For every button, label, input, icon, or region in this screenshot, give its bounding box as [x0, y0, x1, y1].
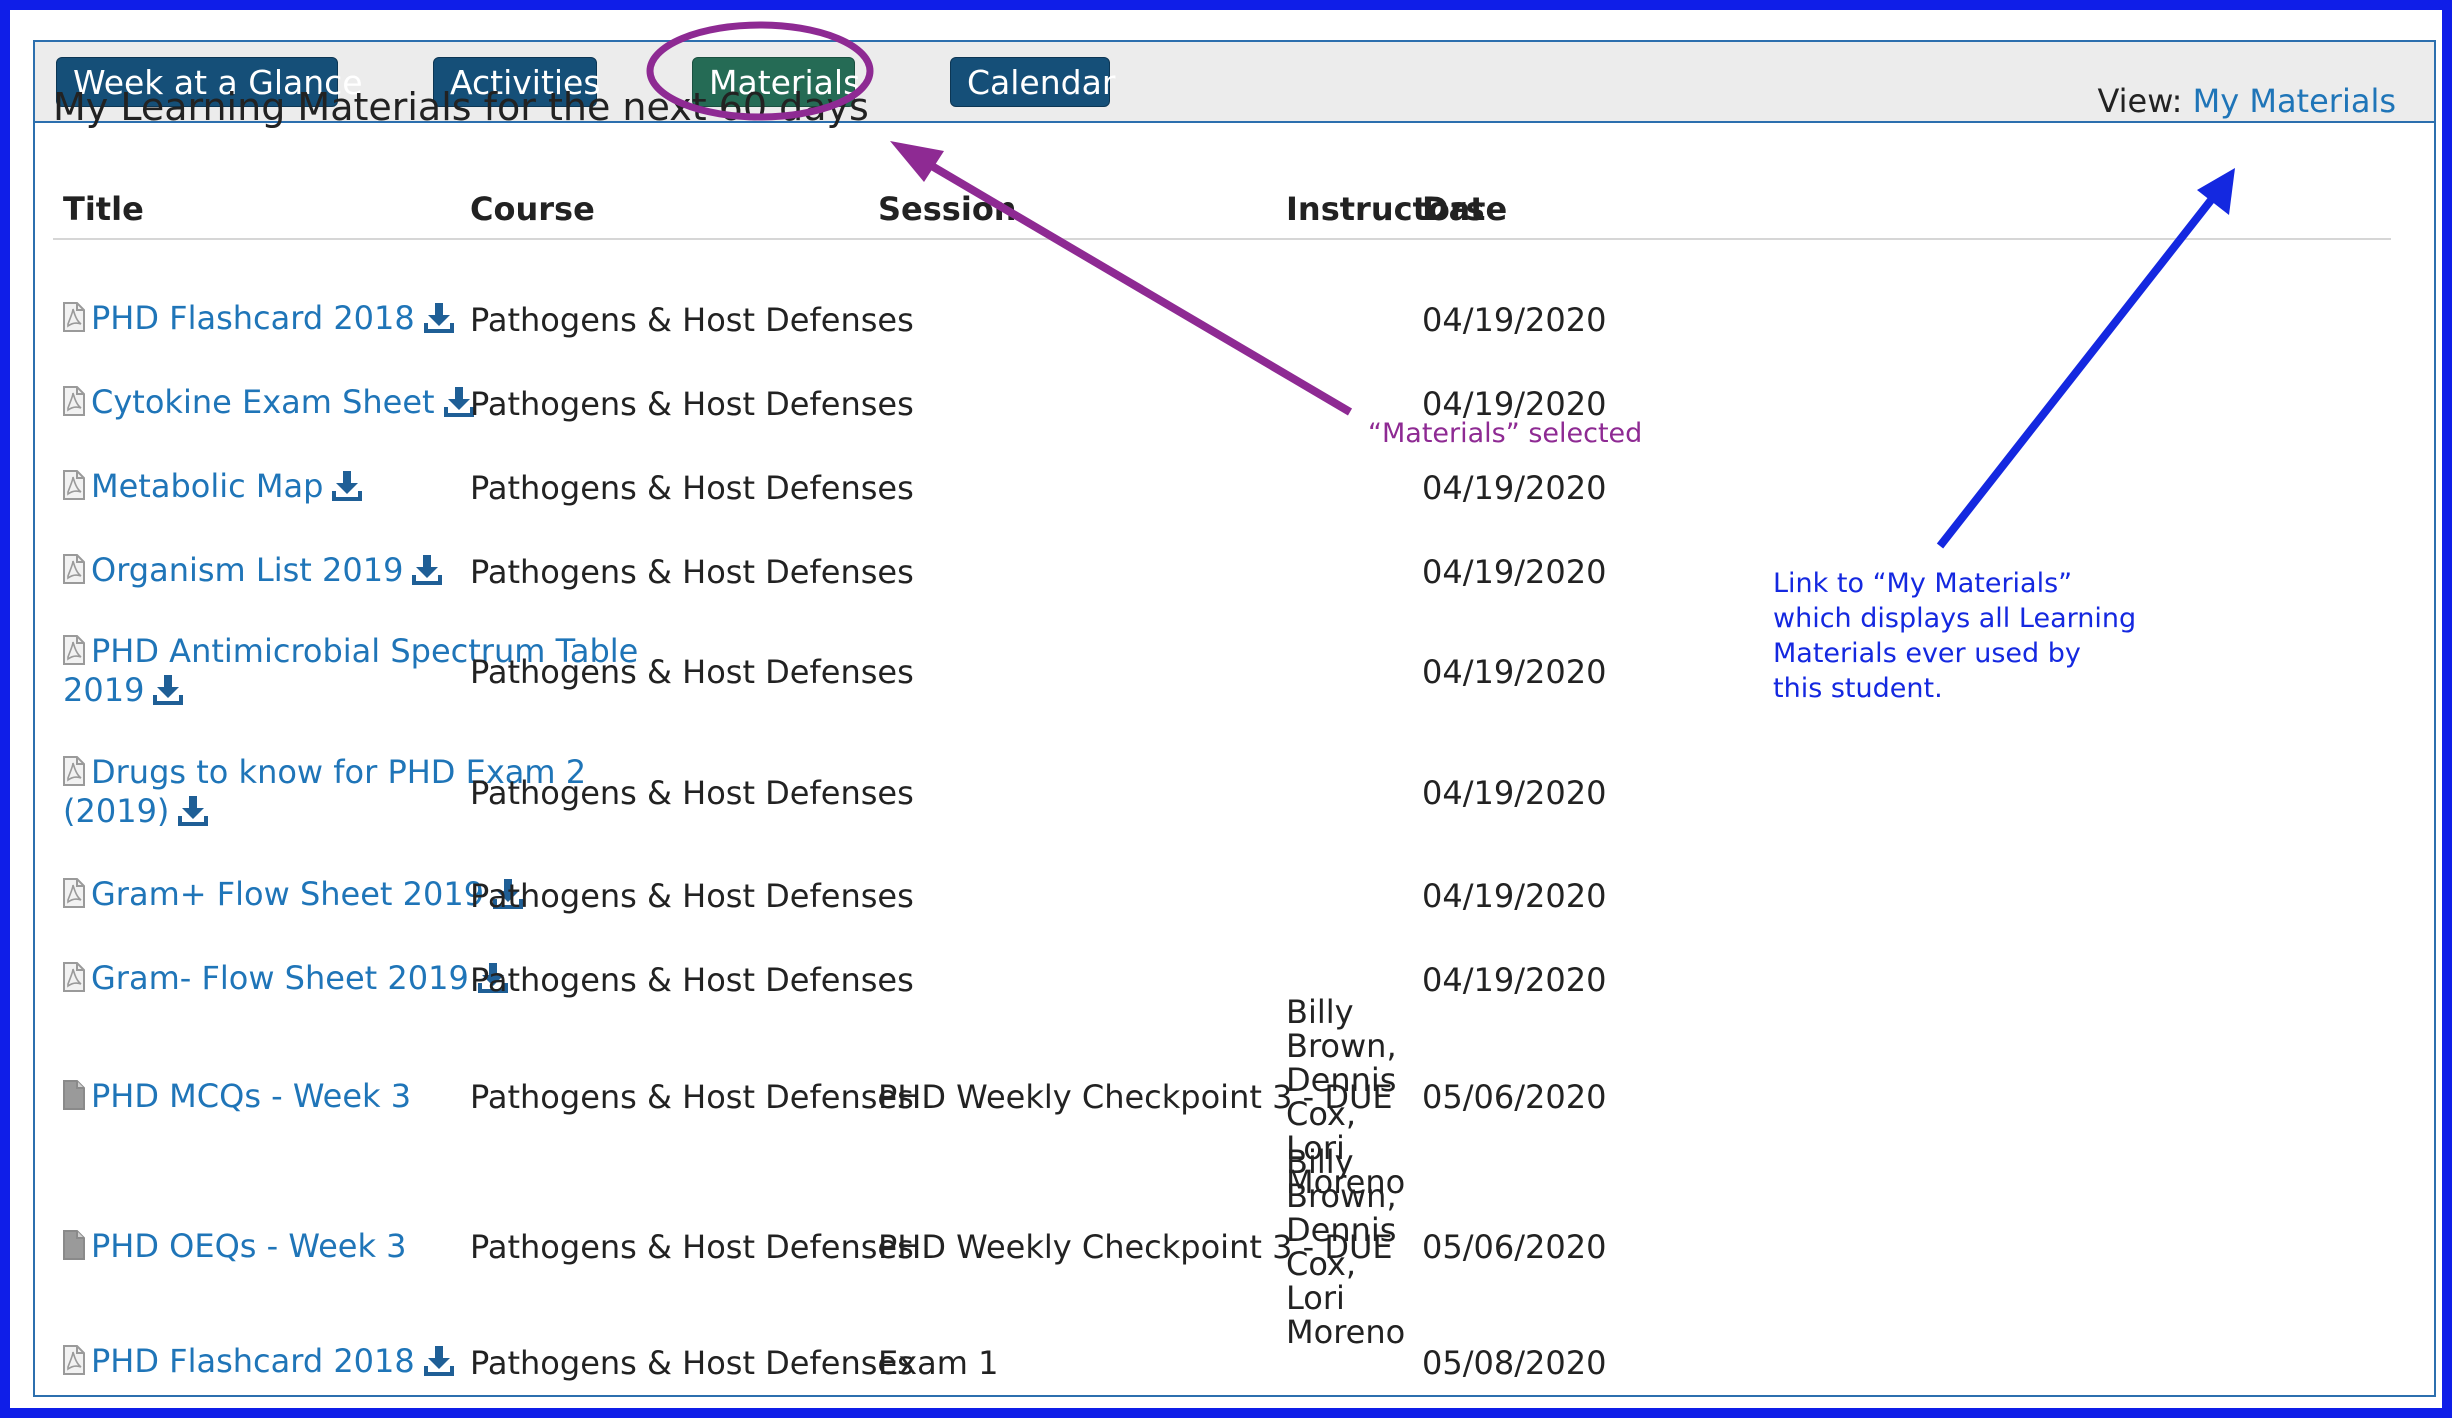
table-row: Gram+ Flow Sheet 2019 Pathogens & Host De…: [53, 858, 2391, 934]
table-row: Cytokine Exam Sheet Pathogens & Host Defe…: [53, 366, 2391, 442]
date-cell: 04/19/2020: [1422, 301, 1607, 339]
column-header-course[interactable]: Course: [470, 175, 595, 243]
header-divider: [53, 238, 2391, 240]
annotation-line: this student.: [1773, 673, 1943, 704]
page-title: My Learning Materials for the next 60 da…: [53, 85, 869, 129]
annotation-line: Materials ever used by: [1773, 638, 2081, 669]
course-cell: Pathogens & Host Defenses: [470, 1228, 914, 1266]
material-title-link[interactable]: Organism List 2019: [91, 551, 403, 589]
title-wrap: PHD Flashcard 2018: [63, 300, 455, 340]
document-icon: [63, 1079, 85, 1117]
table-row: PHD Flashcard 2018 Pathogens & Host Defen…: [53, 1326, 2391, 1400]
download-icon[interactable]: [331, 469, 363, 508]
material-title-link[interactable]: Cytokine Exam Sheet: [91, 383, 435, 421]
my-materials-link[interactable]: My Materials: [2193, 82, 2396, 120]
pdf-file-icon: [63, 386, 85, 423]
pdf-file-icon: [63, 302, 85, 339]
table-row: PHD OEQs - Week 3 Pathogens & Host Defens…: [53, 1145, 2391, 1349]
annotation-line: which displays all Learning: [1773, 603, 2137, 634]
document-icon: [63, 1229, 85, 1267]
material-title-link[interactable]: PHD MCQs - Week 3: [91, 1077, 411, 1115]
annotation-my-materials: Link to “My Materials” which displays al…: [1773, 566, 2136, 706]
download-icon[interactable]: [423, 301, 455, 340]
date-cell: 04/19/2020: [1422, 877, 1607, 915]
course-cell: Pathogens & Host Defenses: [470, 1344, 914, 1382]
course-cell: Pathogens & Host Defenses: [470, 385, 914, 423]
annotation-materials-selected: “Materials” selected: [1368, 418, 1643, 449]
course-cell: Pathogens & Host Defenses: [470, 469, 914, 507]
title-wrap: Organism List 2019: [63, 552, 443, 592]
date-cell: 04/19/2020: [1422, 653, 1607, 691]
title-wrap: PHD MCQs - Week 3: [63, 1078, 411, 1117]
pdf-file-icon: [63, 470, 85, 507]
download-icon[interactable]: [423, 1344, 455, 1383]
download-icon[interactable]: [152, 673, 184, 712]
download-icon[interactable]: [411, 553, 443, 592]
table-row: Drugs to know for PHD Exam 2 (2019) Patho…: [53, 736, 2391, 850]
table-row: PHD Flashcard 2018 Pathogens & Host Defen…: [53, 282, 2391, 358]
table-row: Gram- Flow Sheet 2019 Pathogens & Host De…: [53, 942, 2391, 1018]
page: Week at a Glance Activities Materials Ca…: [10, 10, 2442, 1408]
download-icon[interactable]: [177, 794, 209, 833]
table-row: PHD MCQs - Week 3 Pathogens & Host Defens…: [53, 995, 2391, 1199]
material-title-link[interactable]: PHD Flashcard 2018: [91, 1342, 415, 1380]
view-selector: View: My Materials: [2097, 82, 2396, 120]
date-cell: 04/19/2020: [1422, 469, 1607, 507]
title-wrap: PHD OEQs - Week 3: [63, 1228, 407, 1267]
date-cell: 04/19/2020: [1422, 553, 1607, 591]
pdf-file-icon: [63, 962, 85, 999]
title-wrap: PHD Flashcard 2018: [63, 1343, 455, 1383]
course-cell: Pathogens & Host Defenses: [470, 301, 914, 339]
pdf-file-icon: [63, 878, 85, 915]
date-cell: 05/06/2020: [1422, 1078, 1607, 1116]
material-title-link[interactable]: Gram- Flow Sheet 2019: [91, 959, 469, 997]
pdf-file-icon: [63, 755, 85, 793]
date-cell: 05/08/2020: [1422, 1344, 1607, 1382]
pdf-file-icon: [63, 634, 85, 672]
date-cell: 05/06/2020: [1422, 1228, 1607, 1266]
title-wrap: Metabolic Map: [63, 468, 363, 508]
course-cell: Pathogens & Host Defenses: [470, 877, 914, 915]
course-cell: Pathogens & Host Defenses: [470, 961, 914, 999]
table-row: Metabolic Map Pathogens & Host Defenses 04…: [53, 450, 2391, 526]
course-cell: Pathogens & Host Defenses: [470, 774, 914, 812]
title-wrap: Cytokine Exam Sheet: [63, 384, 475, 424]
course-cell: Pathogens & Host Defenses: [470, 653, 914, 691]
annotation-line: Link to “My Materials”: [1773, 568, 2073, 599]
tab-calendar[interactable]: Calendar: [950, 57, 1115, 107]
material-title-link[interactable]: PHD OEQs - Week 3: [91, 1227, 407, 1265]
material-title-link[interactable]: Gram+ Flow Sheet 2019: [91, 875, 484, 913]
title-wrap: Gram+ Flow Sheet 2019: [63, 876, 524, 916]
column-header-session[interactable]: Session: [878, 175, 1017, 243]
course-cell: Pathogens & Host Defenses: [470, 553, 914, 591]
title-wrap: Gram- Flow Sheet 2019: [63, 960, 509, 1000]
course-cell: Pathogens & Host Defenses: [470, 1078, 914, 1116]
view-label: View:: [2097, 82, 2183, 120]
material-title-link[interactable]: PHD Flashcard 2018: [91, 299, 415, 337]
date-cell: 04/19/2020: [1422, 774, 1607, 812]
pdf-file-icon: [63, 554, 85, 591]
material-title-link[interactable]: Metabolic Map: [91, 467, 323, 505]
column-header-title[interactable]: Title: [63, 175, 144, 243]
pdf-file-icon: [63, 1345, 85, 1382]
column-header-date[interactable]: Date: [1422, 175, 1507, 243]
